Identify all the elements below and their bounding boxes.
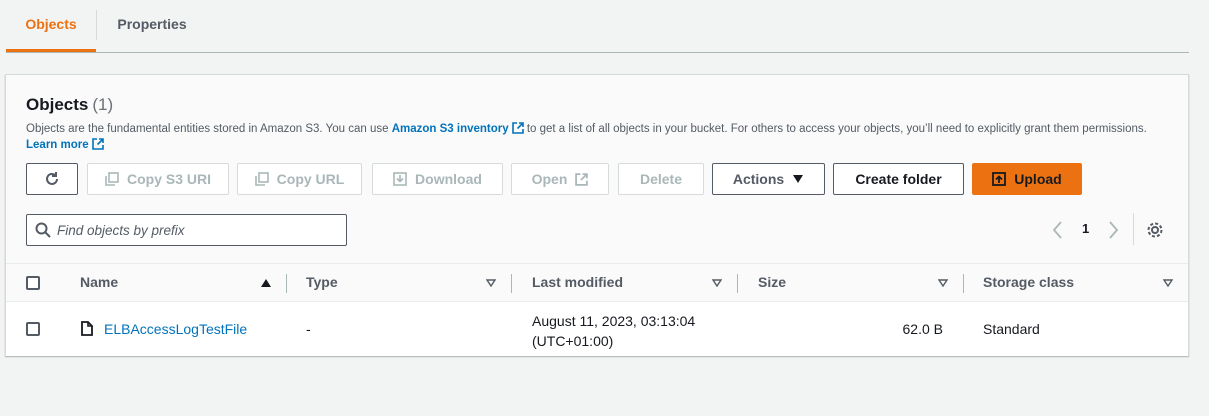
column-divider[interactable] (737, 274, 738, 293)
file-icon (81, 321, 93, 336)
upload-icon (992, 172, 1007, 186)
object-count: (1) (92, 95, 114, 114)
upload-label: Upload (1014, 171, 1062, 187)
page-title: Objects (1) (26, 95, 113, 115)
actions-label: Actions (732, 171, 785, 187)
search-box (26, 214, 347, 246)
tab-divider (96, 10, 97, 40)
s3-inventory-link-label: Amazon S3 inventory (391, 123, 509, 135)
delete-label: Delete (639, 171, 683, 187)
copy-s3-uri-button[interactable]: Copy S3 URI (87, 163, 229, 195)
external-link-icon (511, 122, 524, 134)
column-header-storage-class[interactable]: Storage class (983, 264, 1074, 301)
gear-icon[interactable] (1146, 221, 1164, 239)
description-text-2: to get a list of all objects in your buc… (523, 123, 1147, 135)
sort-icon[interactable] (486, 279, 496, 287)
last-modified-timezone: (UTC+01:00) (532, 333, 614, 349)
learn-more-label: Learn more (26, 139, 89, 151)
refresh-icon (46, 172, 58, 185)
table-row[interactable]: ELBAccessLogTestFile - August 11, 2023, … (6, 302, 1188, 356)
external-link-icon (575, 172, 589, 186)
copy-icon (105, 172, 119, 186)
copy-url-button[interactable]: Copy URL (237, 163, 362, 195)
caret-down-icon (793, 175, 804, 183)
column-divider[interactable] (511, 274, 512, 293)
object-type: - (306, 321, 311, 337)
sort-icon[interactable] (938, 279, 948, 287)
object-storage-class: Standard (983, 321, 1040, 337)
next-page-icon[interactable] (1106, 219, 1120, 241)
column-header-name[interactable]: Name (80, 264, 118, 301)
tab-bar-border (6, 52, 1189, 53)
object-name-link[interactable]: ELBAccessLogTestFile (104, 321, 247, 337)
external-link-icon (91, 138, 104, 150)
objects-description: Objects are the fundamental entities sto… (26, 121, 1176, 153)
create-folder-button[interactable]: Create folder (833, 163, 964, 195)
tab-bar: Objects Properties (0, 0, 1209, 54)
column-header-type[interactable]: Type (306, 264, 338, 301)
previous-page-icon[interactable] (1051, 219, 1065, 241)
table-header: Name Type Last modified Size Storage cla… (6, 263, 1188, 302)
download-icon (393, 172, 407, 186)
select-all-checkbox[interactable] (26, 276, 40, 290)
open-label: Open (531, 171, 568, 187)
sort-icon[interactable] (1163, 279, 1173, 287)
objects-panel: Objects (1) Objects are the fundamental e… (5, 74, 1189, 356)
current-page[interactable]: 1 (1082, 221, 1089, 236)
copy-s3-uri-label: Copy S3 URI (126, 171, 211, 187)
refresh-button[interactable] (26, 163, 78, 195)
last-modified-date: August 11, 2023, 03:13:04 (532, 313, 696, 329)
sort-icon[interactable] (712, 279, 722, 287)
search-input[interactable] (57, 222, 327, 238)
upload-button[interactable]: Upload (972, 163, 1082, 195)
download-label: Download (415, 171, 482, 187)
column-divider[interactable] (286, 274, 287, 293)
search-icon (35, 222, 51, 238)
actions-dropdown[interactable]: Actions (712, 163, 825, 195)
tab-properties[interactable]: Properties (100, 0, 204, 50)
title-text: Objects (26, 95, 89, 114)
sort-ascending-icon[interactable] (260, 278, 272, 288)
copy-url-label: Copy URL (276, 171, 345, 187)
panel-header: Objects (1) Objects are the fundamental e… (6, 75, 1188, 263)
learn-more-link[interactable]: Learn more (26, 138, 104, 151)
create-folder-label: Create folder (855, 171, 942, 187)
delete-button[interactable]: Delete (618, 163, 704, 195)
column-header-size[interactable]: Size (758, 264, 786, 301)
object-size: 62.0 B (902, 321, 943, 337)
download-button[interactable]: Download (372, 163, 503, 195)
tab-objects[interactable]: Objects (6, 0, 96, 50)
row-checkbox[interactable] (26, 322, 40, 336)
open-button[interactable]: Open (511, 163, 609, 195)
description-text-1: Objects are the fundamental entities sto… (26, 123, 392, 135)
copy-icon (254, 172, 269, 186)
object-last-modified: August 11, 2023, 03:13:04 (UTC+01:00) (532, 311, 695, 351)
s3-inventory-link[interactable]: Amazon S3 inventory (391, 122, 524, 135)
column-header-last-modified[interactable]: Last modified (532, 264, 623, 301)
column-divider[interactable] (963, 274, 964, 293)
pagination-divider (1133, 213, 1134, 245)
